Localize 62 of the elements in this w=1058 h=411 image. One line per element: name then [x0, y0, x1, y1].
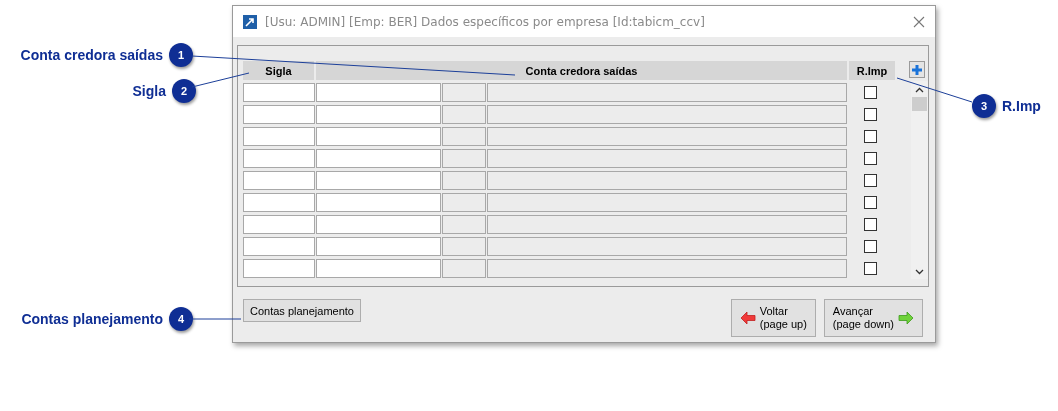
table-cell	[442, 104, 486, 124]
table-cell	[442, 258, 486, 278]
table-cell	[442, 236, 486, 256]
column-header: R.Imp	[849, 61, 897, 80]
right-arrow-icon	[898, 311, 914, 325]
sigla-field[interactable]	[243, 126, 315, 146]
number-badge: 2	[172, 79, 196, 103]
column-header: Conta credora saídas	[316, 61, 849, 80]
close-icon[interactable]	[913, 15, 925, 28]
back-button[interactable]: Voltar (page up)	[730, 299, 816, 337]
account-field[interactable]	[316, 170, 441, 190]
sigla-field[interactable]	[243, 214, 315, 234]
table-cell	[442, 126, 486, 146]
checkbox[interactable]	[864, 261, 877, 275]
app-icon	[243, 14, 257, 29]
account-field[interactable]	[316, 236, 441, 256]
sigla-field[interactable]	[243, 170, 315, 190]
column-header: Sigla	[243, 61, 316, 80]
number-badge: 3	[972, 94, 996, 118]
account-field[interactable]	[316, 214, 441, 234]
leader-line	[188, 318, 242, 320]
scroll-up-icon[interactable]	[915, 87, 924, 93]
window-title: [Usu: ADMIN] [Emp: BER] Dados específicos por empresa [Id:tabicm_ccv]	[265, 14, 706, 29]
table-cell	[442, 148, 486, 168]
left-arrow-icon	[739, 311, 756, 325]
sigla-field[interactable]	[243, 82, 315, 102]
checkbox[interactable]	[864, 107, 877, 121]
sigla-field[interactable]	[243, 148, 315, 168]
callout-label: R.Imp	[1002, 98, 1041, 114]
account-field[interactable]	[316, 82, 441, 102]
plus-icon	[912, 64, 922, 75]
table-cell	[442, 82, 486, 102]
number-badge: 1	[169, 43, 193, 67]
scroll-thumb[interactable]	[912, 97, 927, 111]
callout-label: Sigla	[132, 83, 166, 99]
sigla-field[interactable]	[243, 236, 315, 256]
number-badge: 4	[169, 307, 193, 331]
sigla-field[interactable]	[243, 258, 315, 278]
checkbox[interactable]	[864, 85, 877, 99]
checkbox[interactable]	[864, 239, 877, 253]
checkbox[interactable]	[864, 129, 877, 143]
sigla-field[interactable]	[243, 104, 315, 124]
checkbox[interactable]	[864, 217, 877, 231]
callout-label: Conta credora saídas	[20, 47, 163, 63]
planning-accounts-button[interactable]: Contas planejamento	[243, 299, 361, 322]
account-field[interactable]	[316, 126, 441, 146]
next-button[interactable]: Avançar (page down)	[823, 299, 923, 337]
account-field[interactable]	[316, 148, 441, 168]
checkbox[interactable]	[864, 151, 877, 165]
table-cell	[442, 170, 486, 190]
checkbox[interactable]	[864, 195, 877, 209]
scrollbar[interactable]	[911, 81, 928, 279]
callout-label: Contas planejamento	[21, 311, 163, 327]
add-button[interactable]	[909, 61, 925, 78]
checkbox[interactable]	[864, 173, 877, 187]
table-cell	[442, 192, 486, 212]
account-field[interactable]	[316, 104, 441, 124]
scroll-down-icon[interactable]	[915, 269, 924, 275]
sigla-field[interactable]	[243, 192, 315, 212]
account-field[interactable]	[316, 258, 441, 278]
account-field[interactable]	[316, 192, 441, 212]
table-cell	[442, 214, 486, 234]
